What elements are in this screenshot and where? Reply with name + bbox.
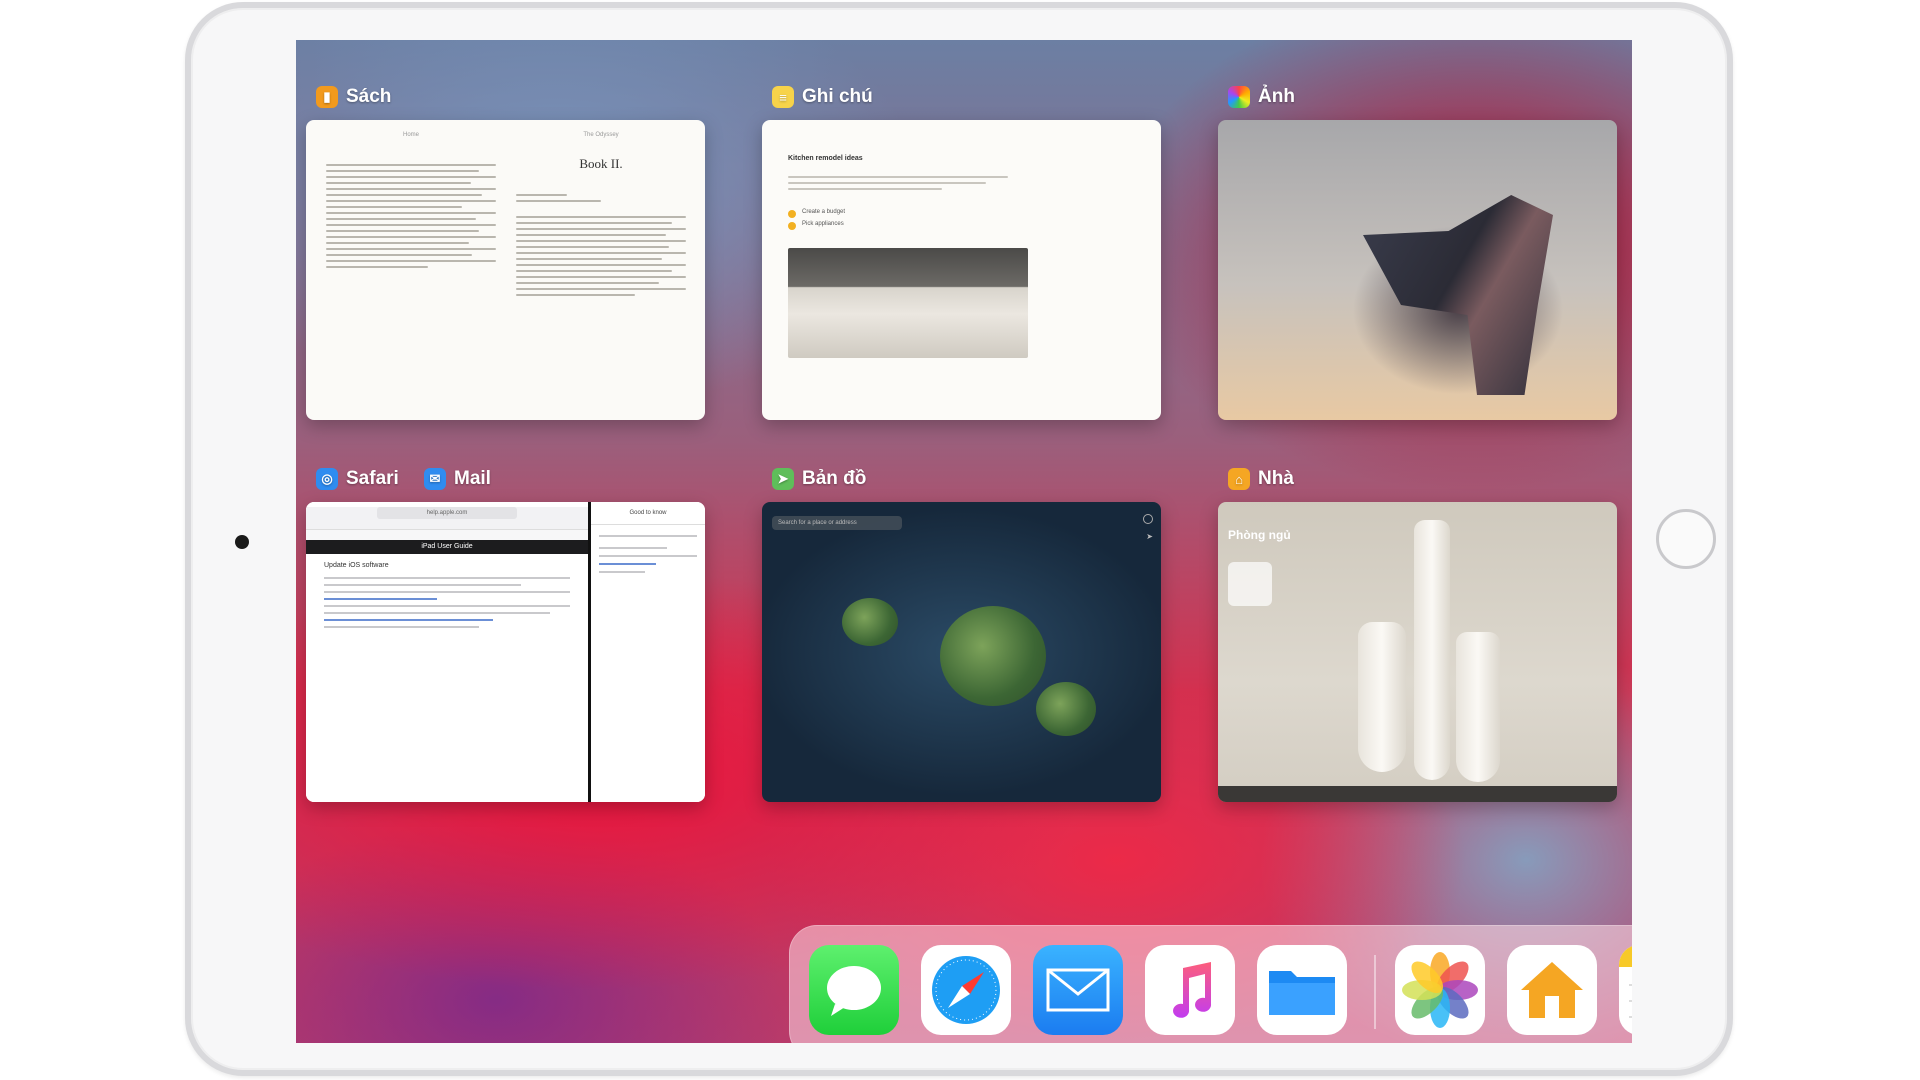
photos-icon	[1228, 86, 1250, 108]
note-title: Kitchen remodel ideas	[788, 155, 863, 162]
home-icon: ⌂	[1228, 468, 1250, 490]
island-main	[940, 606, 1046, 706]
vase-tall	[1414, 520, 1450, 780]
dock-divider	[1374, 955, 1376, 1029]
books-icon: ▮	[316, 86, 338, 108]
home-label-text: Nhà	[1258, 468, 1294, 489]
home-button[interactable]	[1656, 509, 1716, 569]
note-item-1: Create a budget	[802, 209, 846, 215]
safari-address-bar[interactable]: help.apple.com	[306, 507, 588, 530]
notes-icon: ≡	[772, 86, 794, 108]
maps-location-icon[interactable]: ➤	[1146, 532, 1153, 541]
safari-app-label[interactable]: ◎ Safari	[316, 468, 399, 490]
home-app-label[interactable]: ⌂ Nhà	[1228, 468, 1294, 490]
note-checkbox-1[interactable]	[788, 210, 796, 218]
maps-search-field[interactable]: Search for a place or address	[772, 516, 902, 530]
notes-app-label[interactable]: ≡ Ghi chú	[772, 86, 873, 108]
dock-safari-icon[interactable]	[921, 945, 1011, 1035]
kitchen-photo	[788, 248, 1028, 358]
maps-info-icon[interactable]	[1143, 514, 1153, 524]
dock-messages-icon[interactable]	[809, 945, 899, 1035]
home-tab-bar	[1218, 786, 1617, 802]
notes-app-card[interactable]: Kitchen remodel ideas Create a budget Pi…	[762, 120, 1161, 420]
island-small	[842, 598, 898, 646]
maps-label-text: Bản đồ	[802, 468, 867, 489]
home-accessory-tile[interactable]	[1228, 562, 1272, 606]
vase-right	[1456, 632, 1500, 782]
books-right-header: The Odyssey	[583, 132, 619, 138]
mail-label-text: Mail	[454, 468, 491, 489]
safari-icon: ◎	[316, 468, 338, 490]
books-app-label[interactable]: ▮ Sách	[316, 86, 391, 108]
mail-header: Good to know	[591, 502, 705, 525]
maps-app-card[interactable]: Search for a place or address ➤	[762, 502, 1161, 802]
note-checkbox-2[interactable]	[788, 222, 796, 230]
safari-mail-split-card[interactable]: help.apple.com iPad User Guide Update iO…	[306, 502, 705, 802]
safari-page-header: iPad User Guide	[306, 540, 588, 554]
dock-photos-icon[interactable]	[1395, 945, 1485, 1035]
dock-files-icon[interactable]	[1257, 945, 1347, 1035]
dock-mail-icon[interactable]	[1033, 945, 1123, 1035]
books-label-text: Sách	[346, 86, 392, 107]
dock-home-icon[interactable]	[1507, 945, 1597, 1035]
books-app-card[interactable]: Home The Odyssey Book II.	[306, 120, 705, 420]
mail-icon: ✉	[424, 468, 446, 490]
photos-app-label[interactable]: Ảnh	[1228, 86, 1295, 108]
home-room-title: Phòng ngủ	[1228, 528, 1291, 542]
photos-label-text: Ảnh	[1258, 86, 1295, 107]
books-chapter-title: Book II.	[579, 156, 623, 171]
vase-left	[1358, 622, 1406, 772]
note-item-2: Pick appliances	[802, 221, 844, 227]
safari-url[interactable]: help.apple.com	[377, 507, 517, 519]
note-body	[788, 172, 1008, 194]
books-right-page: The Odyssey Book II.	[516, 132, 686, 300]
books-left-page: Home	[326, 132, 496, 272]
safari-pane: help.apple.com iPad User Guide Update iO…	[306, 502, 591, 802]
dock-notes-icon[interactable]	[1619, 945, 1632, 1035]
maps-icon: ➤	[772, 468, 794, 490]
dock	[789, 925, 1632, 1043]
dock-music-icon[interactable]	[1145, 945, 1235, 1035]
island-peninsula	[1036, 682, 1096, 736]
app-switcher-screen: ▮ Sách ≡ Ghi chú Ảnh Home The Odyssey Bo…	[296, 40, 1632, 1043]
notes-label-text: Ghi chú	[802, 86, 873, 107]
mail-app-label[interactable]: ✉ Mail	[424, 468, 491, 490]
home-app-card[interactable]: Phòng ngủ	[1218, 502, 1617, 802]
front-camera	[235, 535, 249, 549]
mail-pane: Good to know	[591, 502, 705, 802]
maps-app-label[interactable]: ➤ Bản đồ	[772, 468, 866, 490]
photos-app-card[interactable]	[1218, 120, 1617, 420]
safari-label-text: Safari	[346, 468, 399, 489]
safari-heading: Update iOS software	[324, 562, 389, 569]
photo-subject	[1363, 195, 1553, 395]
